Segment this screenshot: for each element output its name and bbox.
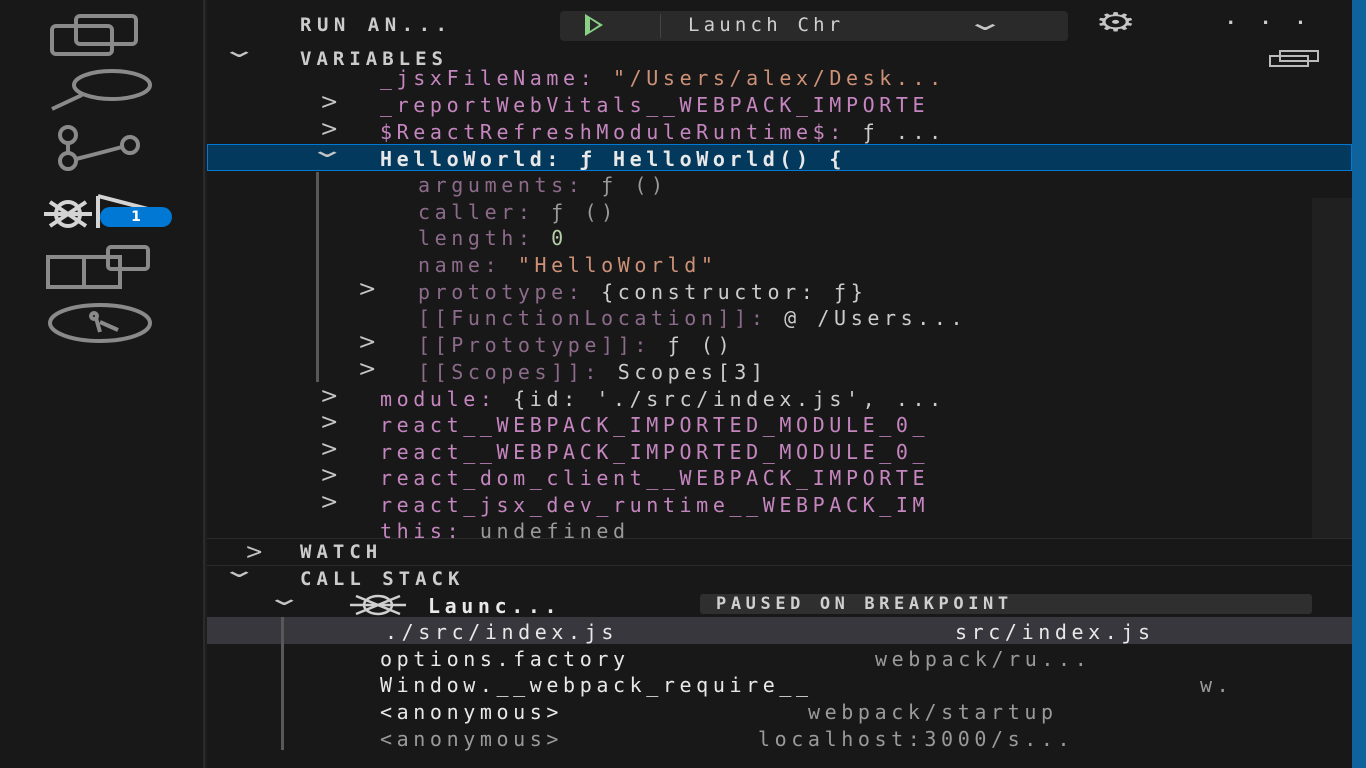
stack-frame-source[interactable]: webpack/startup	[808, 700, 1058, 724]
session-collapse-icon[interactable]: ⌄	[266, 586, 303, 611]
more-actions-icon[interactable]: · · ·	[1225, 12, 1312, 34]
expand-icon[interactable]: >	[358, 357, 376, 382]
watch-header[interactable]: WATCH	[300, 541, 382, 563]
extensions-icon[interactable]	[40, 243, 160, 293]
stack-frame-function[interactable]: Window.__webpack_require__	[380, 673, 813, 697]
call-stack-collapse-icon[interactable]: ⌄	[221, 558, 258, 583]
stack-frame-source[interactable]: localhost:3000/s...	[758, 727, 1074, 751]
expand-icon[interactable]: >	[320, 90, 338, 115]
call-stack-guide	[281, 617, 284, 750]
play-icon-inner	[590, 19, 599, 31]
variable-row[interactable]: react__WEBPACK_IMPORTED_MODULE_0_	[380, 440, 929, 464]
variable-row[interactable]: _jsxFileName: "/Users/alex/Desk...	[380, 66, 946, 90]
variable-row[interactable]: react_dom_client__WEBPACK_IMPORTE	[380, 466, 929, 490]
variables-scrollbar[interactable]	[1312, 198, 1352, 538]
collapse-all-icon[interactable]	[1268, 50, 1320, 68]
variable-row[interactable]: caller: ƒ ()	[418, 200, 618, 224]
gear-icon[interactable]: ⚙	[1095, 8, 1137, 38]
toolbar-separator	[660, 14, 661, 38]
window-edge	[1352, 0, 1366, 768]
variable-row[interactable]: react_jsx_dev_runtime__WEBPACK_IM	[380, 493, 929, 517]
launch-config-label[interactable]: Launch Chr	[688, 14, 844, 36]
active-stack-frame-row[interactable]	[207, 617, 1352, 644]
expand-icon[interactable]: >	[358, 277, 376, 302]
activity-bar: 1	[0, 0, 205, 768]
variable-row[interactable]: [[FunctionLocation]]: @ /Users...	[418, 306, 967, 330]
stack-frame-function[interactable]: <anonymous>	[380, 727, 563, 751]
indent-guide	[316, 172, 319, 382]
stack-frame-function[interactable]: ./src/index.js	[385, 620, 618, 644]
variable-row-helloworld[interactable]: HelloWorld: ƒ HelloWorld() {	[380, 147, 846, 171]
source-control-icon[interactable]	[40, 123, 160, 173]
expand-icon[interactable]: >	[320, 384, 338, 409]
variable-row[interactable]: arguments: ƒ ()	[418, 173, 668, 197]
section-divider	[207, 565, 1352, 566]
variable-row[interactable]: name: "HelloWorld"	[418, 253, 718, 277]
search-icon[interactable]	[40, 65, 160, 115]
expand-icon[interactable]: >	[320, 463, 338, 488]
paused-status: PAUSED ON BREAKPOINT	[716, 594, 1013, 614]
stack-frame-function[interactable]: <anonymous>	[380, 700, 563, 724]
stack-frame-source[interactable]: webpack/ru...	[875, 647, 1091, 671]
variable-row[interactable]: module: {id: './src/index.js', ...	[380, 387, 946, 411]
stack-frame-source[interactable]: w.	[1200, 673, 1233, 697]
section-divider	[207, 538, 1352, 539]
run-and-debug-title: RUN AN...	[300, 14, 453, 36]
variable-row[interactable]: _reportWebVitals__WEBPACK_IMPORTE	[380, 93, 929, 117]
variable-row[interactable]: [[Prototype]]: ƒ ()	[418, 333, 734, 357]
expand-icon[interactable]: >	[320, 437, 338, 462]
debug-badge: 1	[100, 207, 172, 227]
variable-row[interactable]: this: undefined	[380, 519, 630, 543]
variable-row[interactable]: $ReactRefreshModuleRuntime$: ƒ ...	[380, 120, 946, 144]
stack-frame-source[interactable]: src/index.js	[955, 620, 1155, 644]
explorer-icon[interactable]	[40, 10, 160, 60]
timeline-icon[interactable]	[40, 298, 160, 348]
variable-row[interactable]: react__WEBPACK_IMPORTED_MODULE_0_	[380, 413, 929, 437]
variable-row[interactable]: [[Scopes]]: Scopes[3]	[418, 360, 768, 384]
variable-row[interactable]: length: 0	[418, 226, 568, 250]
expand-icon[interactable]: >	[320, 490, 338, 515]
expand-icon[interactable]: >	[358, 330, 376, 355]
variable-row[interactable]: prototype: {constructor: ƒ}	[418, 280, 867, 304]
debug-session-label[interactable]: Launc...	[428, 594, 561, 618]
debug-session-icon	[346, 592, 410, 616]
expand-icon[interactable]: >	[320, 410, 338, 435]
variables-collapse-icon[interactable]: ⌄	[221, 38, 258, 63]
call-stack-header[interactable]: CALL STACK	[300, 568, 464, 590]
chevron-down-icon[interactable]: ⌄	[965, 8, 1005, 36]
stack-frame-function[interactable]: options.factory	[380, 647, 630, 671]
collapse-icon[interactable]: ⌄	[309, 138, 346, 163]
